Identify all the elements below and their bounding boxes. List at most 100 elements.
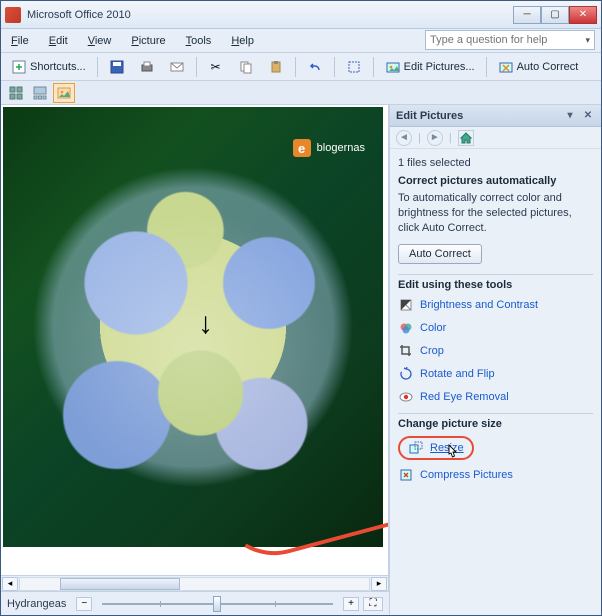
zoom-in-button[interactable]: +	[343, 597, 359, 611]
shortcuts-label: Shortcuts...	[30, 61, 86, 73]
titlebar: Microsoft Office 2010 ─ ▢ ✕	[1, 1, 601, 29]
view-thumbnails-button[interactable]	[5, 83, 27, 103]
minimize-button[interactable]: ─	[513, 6, 541, 24]
menubar: File Edit View Picture Tools Help ▾	[1, 29, 601, 53]
panel-close-icon[interactable]: ✕	[581, 109, 595, 123]
copy-icon	[238, 59, 254, 75]
menu-help[interactable]: Help	[227, 33, 258, 49]
undo-icon	[307, 59, 323, 75]
size-heading: Change picture size	[398, 413, 593, 430]
paste-button[interactable]	[262, 56, 290, 78]
redeye-icon	[398, 389, 414, 405]
resize-icon	[408, 440, 424, 456]
viewbar	[1, 81, 601, 105]
tools-heading: Edit using these tools	[398, 274, 593, 291]
scroll-track[interactable]	[19, 577, 370, 591]
view-single-button[interactable]	[53, 83, 75, 103]
menu-edit[interactable]: Edit	[45, 33, 72, 49]
watermark: e blogernas	[293, 139, 365, 157]
tool-color-link[interactable]: Color	[420, 322, 446, 334]
menu-view[interactable]: View	[84, 33, 116, 49]
auto-correct-panel-button[interactable]: Auto Correct	[398, 244, 482, 264]
tool-resize[interactable]: Resize	[398, 434, 593, 462]
shortcuts-icon	[11, 59, 27, 75]
resize-link[interactable]: Resize	[430, 442, 464, 454]
help-search-input[interactable]	[430, 34, 581, 46]
window-title: Microsoft Office 2010	[27, 9, 513, 21]
resize-highlight: Resize	[398, 436, 474, 460]
app-icon	[5, 7, 21, 23]
save-button[interactable]	[103, 56, 131, 78]
select-button[interactable]	[340, 56, 368, 78]
edit-pictures-icon	[385, 59, 401, 75]
canvas-area: e blogernas ↓ ◂ ▸ Hydrangeas −	[1, 105, 389, 615]
auto-correct-icon	[498, 59, 514, 75]
help-dropdown-icon[interactable]: ▾	[581, 35, 590, 46]
tool-redeye[interactable]: Red Eye Removal	[398, 387, 593, 407]
crop-icon	[398, 343, 414, 359]
nav-home-icon[interactable]	[458, 130, 474, 146]
panel-nav: ◄ | ► |	[390, 127, 601, 149]
maximize-button[interactable]: ▢	[541, 6, 569, 24]
print-icon	[139, 59, 155, 75]
app-window: Microsoft Office 2010 ─ ▢ ✕ File Edit Vi…	[0, 0, 602, 616]
horizontal-scrollbar[interactable]: ◂ ▸	[1, 575, 389, 591]
close-button[interactable]: ✕	[569, 6, 597, 24]
print-button[interactable]	[133, 56, 161, 78]
tool-brightness-link[interactable]: Brightness and Contrast	[420, 299, 538, 311]
cut-button[interactable]: ✂	[202, 56, 230, 78]
zoom-thumb[interactable]	[213, 596, 221, 612]
zoom-track[interactable]	[102, 603, 333, 605]
tool-rotate-link[interactable]: Rotate and Flip	[420, 368, 495, 380]
zoom-fit-button[interactable]: ⛶	[363, 597, 383, 611]
help-search-box[interactable]: ▾	[425, 30, 595, 50]
compress-icon	[398, 467, 414, 483]
scroll-left-button[interactable]: ◂	[2, 577, 18, 591]
auto-correct-label: Auto Correct	[517, 61, 579, 73]
scroll-right-button[interactable]: ▸	[371, 577, 387, 591]
zoom-out-button[interactable]: −	[76, 597, 92, 611]
panel-title: Edit Pictures	[396, 110, 463, 122]
panel-body: 1 files selected Correct pictures automa…	[390, 149, 601, 615]
color-icon	[398, 320, 414, 336]
tool-rotate[interactable]: Rotate and Flip	[398, 364, 593, 384]
selected-count: 1 files selected	[398, 157, 593, 169]
body: e blogernas ↓ ◂ ▸ Hydrangeas −	[1, 105, 601, 615]
tool-color[interactable]: Color	[398, 318, 593, 338]
view-filmstrip-button[interactable]	[29, 83, 51, 103]
save-icon	[109, 59, 125, 75]
image-viewport[interactable]: e blogernas ↓	[1, 105, 389, 575]
edit-pictures-button[interactable]: Edit Pictures...	[379, 56, 481, 78]
cut-icon: ✂	[208, 59, 224, 75]
undo-button[interactable]	[301, 56, 329, 78]
select-icon	[346, 59, 362, 75]
panel-menu-icon[interactable]: ▾	[563, 109, 577, 123]
nav-back-icon[interactable]: ◄	[396, 130, 412, 146]
brightness-icon	[398, 297, 414, 313]
watermark-icon: e	[293, 139, 311, 157]
tool-crop-link[interactable]: Crop	[420, 345, 444, 357]
menu-file[interactable]: File	[7, 33, 33, 49]
shortcuts-button[interactable]: Shortcuts...	[5, 56, 92, 78]
tool-crop[interactable]: Crop	[398, 341, 593, 361]
tool-compress[interactable]: Compress Pictures	[398, 465, 593, 485]
tool-brightness[interactable]: Brightness and Contrast	[398, 295, 593, 315]
panel-header: Edit Pictures ▾ ✕	[390, 105, 601, 127]
toolbar: Shortcuts... ✂ Edit Pictures... Auto Cor…	[1, 53, 601, 81]
nav-forward-icon[interactable]: ►	[427, 130, 443, 146]
copy-button[interactable]	[232, 56, 260, 78]
watermark-text: blogernas	[317, 142, 365, 154]
menu-tools[interactable]: Tools	[182, 33, 216, 49]
tool-redeye-link[interactable]: Red Eye Removal	[420, 391, 509, 403]
mail-button[interactable]	[163, 56, 191, 78]
auto-correct-button[interactable]: Auto Correct	[492, 56, 585, 78]
edit-pictures-panel: Edit Pictures ▾ ✕ ◄ | ► | 1 files select…	[389, 105, 601, 615]
paste-icon	[268, 59, 284, 75]
scroll-thumb[interactable]	[60, 578, 180, 590]
menu-picture[interactable]: Picture	[127, 33, 169, 49]
zoom-slider[interactable]: − + ⛶	[76, 592, 383, 616]
correct-heading: Correct pictures automatically	[398, 175, 593, 187]
compress-link[interactable]: Compress Pictures	[420, 469, 513, 481]
edit-pictures-label: Edit Pictures...	[404, 61, 475, 73]
rotate-icon	[398, 366, 414, 382]
